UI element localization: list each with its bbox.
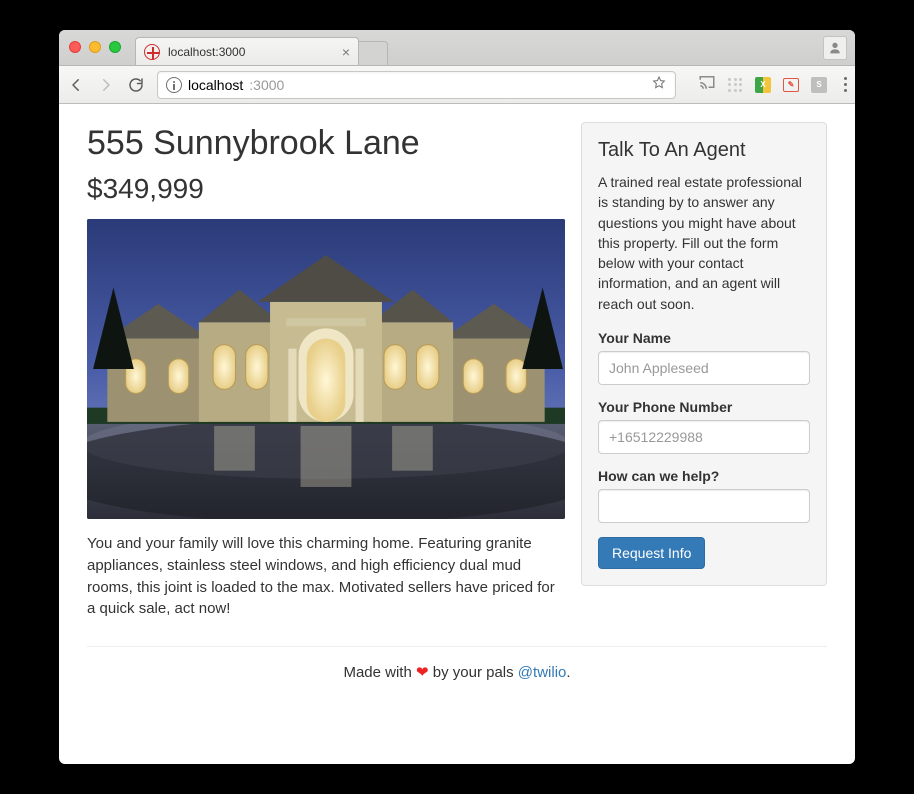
message-label: How can we help? <box>598 468 810 484</box>
agent-panel: Talk To An Agent A trained real estate p… <box>581 122 827 586</box>
forward-button[interactable] <box>97 76 115 94</box>
page-footer: Made with ❤ by your pals @twilio. <box>87 663 827 681</box>
extension-icon[interactable] <box>726 76 744 94</box>
favicon-icon <box>144 44 160 60</box>
listing-address: 555 Sunnybrook Lane <box>87 124 565 163</box>
browser-window: localhost:3000 × localhost :3000 <box>59 30 855 764</box>
address-bar[interactable]: localhost :3000 <box>157 71 676 99</box>
back-button[interactable] <box>67 76 85 94</box>
close-tab-icon[interactable]: × <box>342 45 350 59</box>
tab-title: localhost:3000 <box>168 45 342 59</box>
extension-icon[interactable]: ✎ <box>782 76 800 94</box>
footer-prefix: Made with <box>343 664 416 681</box>
tab-strip: localhost:3000 × <box>59 30 855 66</box>
browser-tab[interactable]: localhost:3000 × <box>135 37 359 65</box>
request-info-button[interactable]: Request Info <box>598 537 705 569</box>
reload-button[interactable] <box>127 76 145 94</box>
agent-panel-heading: Talk To An Agent <box>598 139 810 162</box>
twilio-link[interactable]: @twilio <box>518 664 567 681</box>
name-input[interactable] <box>598 351 810 385</box>
listing-price: $349,999 <box>87 173 565 205</box>
footer-middle: by your pals <box>429 664 518 681</box>
profile-button[interactable] <box>823 36 847 60</box>
cast-extension-icon[interactable] <box>698 76 716 94</box>
phone-input[interactable] <box>598 420 810 454</box>
window-minimize-button[interactable] <box>89 41 101 53</box>
page-content: 555 Sunnybrook Lane $349,999 <box>59 104 855 764</box>
browser-menu-button[interactable] <box>844 77 847 92</box>
page-viewport[interactable]: 555 Sunnybrook Lane $349,999 <box>59 104 855 764</box>
heart-icon: ❤ <box>416 664 429 681</box>
listing-column: 555 Sunnybrook Lane $349,999 <box>87 122 565 620</box>
extension-icon[interactable]: X <box>754 76 772 94</box>
new-tab-button[interactable] <box>358 41 388 65</box>
name-label: Your Name <box>598 330 810 346</box>
browser-toolbar: localhost :3000 X ✎ S <box>59 66 855 104</box>
window-traffic-lights <box>69 41 121 53</box>
agent-panel-column: Talk To An Agent A trained real estate p… <box>581 122 827 586</box>
user-icon <box>827 40 843 56</box>
site-info-icon[interactable] <box>166 77 182 93</box>
listing-photo <box>87 219 565 519</box>
phone-label: Your Phone Number <box>598 399 810 415</box>
footer-suffix: . <box>566 664 570 681</box>
message-input[interactable] <box>598 489 810 523</box>
agent-panel-blurb: A trained real estate professional is st… <box>598 172 810 314</box>
window-zoom-button[interactable] <box>109 41 121 53</box>
listing-description: You and your family will love this charm… <box>87 533 565 620</box>
bookmark-star-icon[interactable] <box>651 75 667 94</box>
url-port: :3000 <box>249 77 284 93</box>
footer-divider <box>87 646 827 647</box>
url-host: localhost <box>188 77 243 93</box>
window-close-button[interactable] <box>69 41 81 53</box>
extensions-row: X ✎ S <box>698 76 847 94</box>
extension-icon[interactable]: S <box>810 76 828 94</box>
